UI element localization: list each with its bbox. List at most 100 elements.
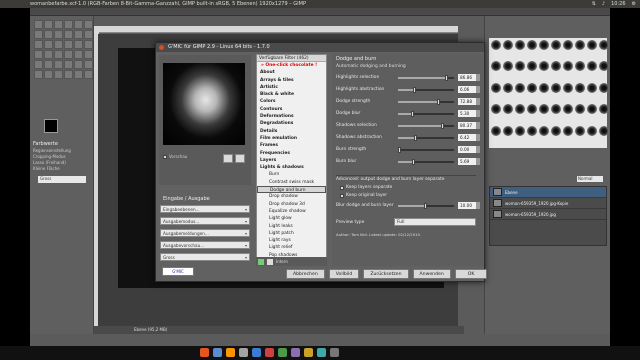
slider-value[interactable]: 80.37 (458, 122, 476, 129)
brush-preset[interactable] (599, 125, 609, 136)
brush-preset[interactable] (503, 61, 513, 72)
brush-preset[interactable] (515, 61, 525, 72)
reset-button[interactable]: Zurücksetzen (363, 269, 409, 279)
brush-preset[interactable] (599, 104, 609, 115)
terminal-icon[interactable] (252, 348, 261, 357)
dodge-burn-icon[interactable] (84, 70, 93, 79)
brush-preset[interactable] (491, 61, 501, 72)
ok-button[interactable]: OK (454, 269, 488, 279)
brush-preset[interactable] (515, 104, 525, 115)
brush-preset[interactable] (551, 40, 561, 50)
slider-knob[interactable] (424, 203, 427, 209)
filter-item[interactable]: Layers (257, 157, 326, 164)
ink-icon[interactable] (74, 60, 83, 69)
filter-item[interactable]: Lights & shadows (257, 164, 326, 171)
spin-buttons[interactable] (476, 110, 480, 117)
scissors-icon[interactable] (84, 20, 93, 29)
software-icon[interactable] (304, 348, 313, 357)
network-icon[interactable]: ⇅ (592, 0, 596, 8)
slider-value[interactable]: 5.30 (458, 110, 476, 117)
slider-value[interactable]: 0.00 (458, 146, 476, 153)
filter-item[interactable]: About (257, 69, 326, 76)
brush-preset[interactable] (491, 82, 501, 93)
perspective-icon[interactable] (84, 40, 93, 49)
perspective-clone-icon[interactable] (54, 70, 63, 79)
slider-knob[interactable] (411, 111, 415, 117)
warp-icon[interactable] (54, 50, 63, 59)
gmic-logo[interactable]: G'MIC (162, 267, 194, 276)
layer-row[interactable]: woman-659359_1920.jpg-Kopie (490, 198, 606, 209)
brush-preset[interactable] (539, 61, 549, 72)
filter-item[interactable]: Burn (257, 171, 326, 178)
ellipse-select-icon[interactable] (44, 20, 53, 29)
layer-mode-select[interactable]: Normal (577, 176, 603, 182)
brush-preset[interactable] (551, 61, 561, 72)
foreground-color-swatch[interactable] (44, 119, 58, 133)
move-icon[interactable] (84, 30, 93, 39)
brush-preset[interactable] (527, 125, 537, 136)
brush-preset[interactable] (515, 40, 525, 50)
filter-item[interactable]: Light rays (257, 237, 326, 244)
text-icon[interactable] (64, 50, 73, 59)
brush-preset[interactable] (527, 40, 537, 50)
tool-option-line[interactable]: Kleine Fläche (33, 166, 60, 171)
brush-preset[interactable] (563, 61, 573, 72)
spin-buttons[interactable] (476, 86, 480, 93)
fullscreen-button[interactable]: Vollbild (328, 269, 360, 279)
filter-item[interactable]: Light glow (257, 215, 326, 222)
brush-preset[interactable] (599, 82, 609, 93)
paths-icon[interactable] (44, 30, 53, 39)
slider-track[interactable] (398, 159, 454, 165)
slider-value[interactable]: 6.42 (458, 134, 476, 141)
spin-buttons[interactable] (476, 98, 480, 105)
fuzzy-select-icon[interactable] (64, 20, 73, 29)
output-messages-combo[interactable]: Ausgabemeldungen... ▾ (160, 229, 250, 237)
tool-mode-input[interactable]: Gross (38, 176, 86, 183)
brush-preset[interactable] (503, 40, 513, 50)
filter-item[interactable]: Film emulation (257, 135, 326, 142)
brush-preset[interactable] (587, 40, 597, 50)
filter-item[interactable]: Artistic (257, 84, 326, 91)
brush-preset[interactable] (551, 104, 561, 115)
gimp-icon[interactable] (239, 348, 248, 357)
preview-image[interactable] (163, 63, 245, 145)
smudge-icon[interactable] (64, 70, 73, 79)
gear-icon[interactable]: ⚙ (632, 0, 636, 8)
tool-option-line[interactable]: Cropping-Modus (33, 154, 66, 159)
preview-checkbox[interactable]: Vorschau (163, 154, 187, 159)
filter-item[interactable]: Drop shadow (257, 193, 326, 200)
files-icon[interactable] (213, 348, 222, 357)
refresh-icon[interactable] (267, 258, 273, 265)
rect-select-icon[interactable] (34, 20, 43, 29)
zoom-icon[interactable] (64, 30, 73, 39)
sound-icon[interactable]: ♪ (602, 0, 605, 8)
brush-preset[interactable] (575, 104, 585, 115)
filter-item[interactable]: Details (257, 128, 326, 135)
brush-preset[interactable] (527, 104, 537, 115)
brush-preset[interactable] (539, 104, 549, 115)
cage-icon[interactable] (44, 50, 53, 59)
preview-type-select[interactable]: Full (394, 218, 476, 226)
brush-preset[interactable] (539, 125, 549, 136)
filter-item[interactable]: Light patch (257, 230, 326, 237)
scale-icon[interactable] (64, 40, 73, 49)
eraser-icon[interactable] (54, 60, 63, 69)
pencil-icon[interactable] (34, 60, 43, 69)
slider-track[interactable] (398, 123, 454, 129)
slider-knob[interactable] (440, 123, 444, 129)
brush-preset[interactable] (575, 61, 585, 72)
brush-preset[interactable] (527, 61, 537, 72)
brush-preset[interactable] (551, 82, 561, 93)
slider-knob[interactable] (398, 147, 401, 153)
slider-knob[interactable] (412, 87, 416, 93)
spin-buttons[interactable] (476, 122, 480, 129)
brush-preset[interactable] (599, 61, 609, 72)
foreground-select-icon[interactable] (34, 30, 43, 39)
input-layers-combo[interactable]: Eingabeebenen... ▾ (160, 205, 250, 213)
brush-preset[interactable] (587, 104, 597, 115)
slider-knob[interactable] (413, 135, 417, 141)
slider-value[interactable]: 5.69 (458, 158, 476, 165)
close-icon[interactable] (159, 45, 164, 50)
slider-value[interactable]: 6.06 (458, 86, 476, 93)
settings-icon[interactable] (291, 348, 300, 357)
